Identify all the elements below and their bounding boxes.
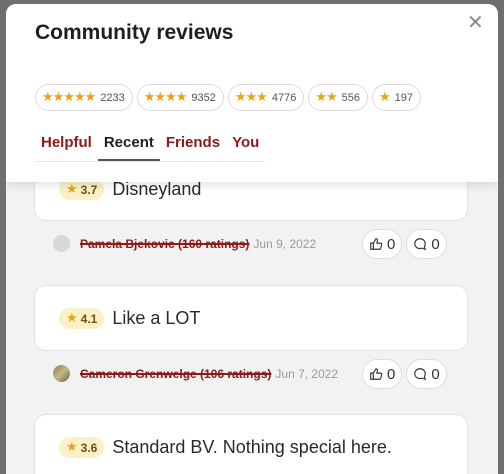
review-title: Like a LOT [112,308,201,328]
modal-header: Community reviews ✕ ★★★★★ 2233 ★★★★ 9352 ★… [6,4,498,182]
reviewer-link[interactable]: Cameron Grenwelge (106 ratings) [80,367,271,381]
rating-filter-1-star[interactable]: ★ 197 [372,84,422,111]
rating-value: 3.6 [80,440,98,455]
review-header: ★ 3.6 Standard BV. Nothing special here. [59,437,392,458]
comment-button[interactable]: 0 [406,359,447,389]
tab-friends[interactable]: Friends [160,130,226,161]
avatar[interactable] [53,365,70,382]
review-actions: 0 0 [362,359,447,389]
review-card: ★ 3.6 Standard BV. Nothing special here. [34,414,468,474]
like-button[interactable]: 0 [362,229,403,259]
review-actions: 0 0 [362,229,447,259]
comment-count: 0 [431,365,440,383]
review-title: Standard BV. Nothing special here. [112,437,392,457]
community-reviews-modal: ★ 3.7 Disneyland Pamela Bjekovic (160 rat… [6,4,498,474]
like-count: 0 [387,365,396,383]
tab-you[interactable]: You [226,130,265,161]
tab-helpful[interactable]: Helpful [35,130,98,161]
avatar[interactable] [53,235,70,252]
rating-value: 4.1 [80,311,98,326]
like-button[interactable]: 0 [362,359,403,389]
rating-count: 4776 [271,91,297,104]
rating-count: 9352 [191,91,216,104]
modal-title: Community reviews [35,21,234,44]
review-card: ★ 4.1 Like a LOT [34,285,468,351]
close-icon[interactable]: ✕ [467,10,484,34]
comment-icon [414,238,427,251]
rating-filter-4-stars[interactable]: ★★★★ 9352 [136,84,224,111]
rating-count: 556 [341,91,360,104]
comment-count: 0 [431,235,440,253]
tab-recent[interactable]: Recent [97,130,160,161]
stars-icon: ★★ [315,90,337,105]
review-header: ★ 3.7 Disneyland [59,179,201,200]
rating-badge: ★ 3.6 [59,437,105,458]
review-tabs: Helpful Recent Friends You [35,130,266,162]
star-icon: ★ [66,182,78,197]
rating-badge: ★ 3.7 [59,179,105,200]
rating-filter-2-stars[interactable]: ★★ 556 [308,84,368,111]
rating-value: 3.7 [80,182,98,197]
review-title: Disneyland [112,179,202,199]
rating-count: 197 [394,91,414,104]
star-icon: ★ [66,440,78,455]
rating-filter-3-stars[interactable]: ★★★ 4776 [227,84,305,111]
stars-icon: ★★★★ [143,90,188,105]
review-date: Jun 9, 2022 [253,236,317,251]
review-date: Jun 7, 2022 [275,366,339,381]
rating-count: 2233 [100,91,125,104]
rating-badge: ★ 4.1 [59,308,105,329]
review-meta: Cameron Grenwelge (106 ratings) Jun 7, 2… [53,365,338,382]
thumbs-up-icon [370,238,383,250]
star-icon: ★ [66,311,78,326]
rating-filter-chips: ★★★★★ 2233 ★★★★ 9352 ★★★ 4776 ★★ 556 ★ 197 [35,84,422,111]
comment-icon [414,368,427,381]
review-meta: Pamela Bjekovic (160 ratings) Jun 9, 202… [53,235,316,252]
stars-icon: ★ [379,90,391,105]
thumbs-up-icon [370,368,383,380]
stars-icon: ★★★ [234,90,268,105]
rating-filter-5-stars[interactable]: ★★★★★ 2233 [35,84,133,111]
comment-button[interactable]: 0 [406,229,447,259]
stars-icon: ★★★★★ [42,90,96,105]
review-header: ★ 4.1 Like a LOT [59,308,200,329]
reviewer-link[interactable]: Pamela Bjekovic (160 ratings) [80,237,249,251]
like-count: 0 [387,235,396,253]
